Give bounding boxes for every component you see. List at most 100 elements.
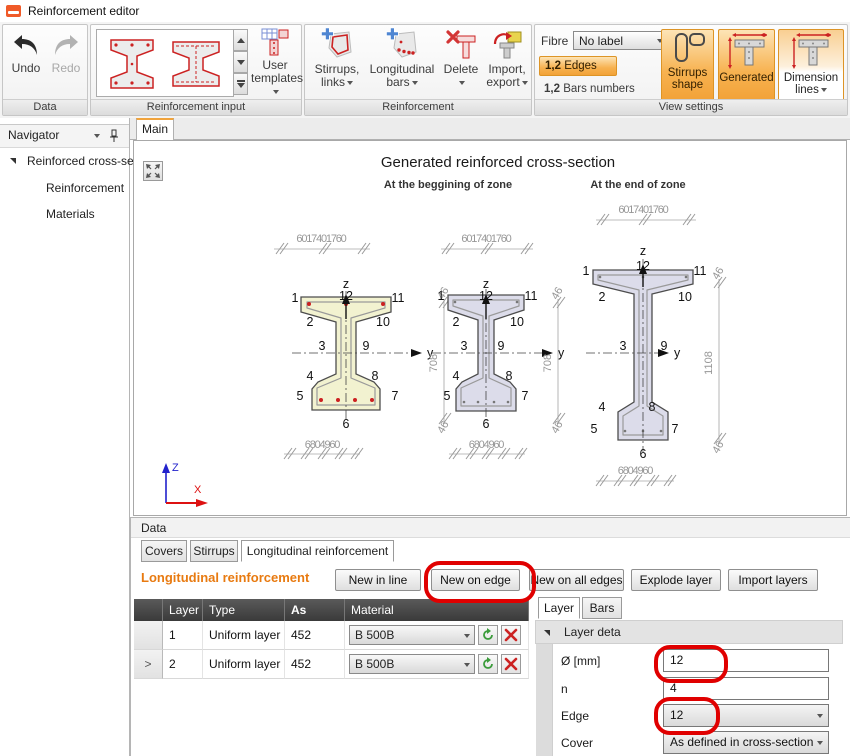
bars-numbers-toggle-button[interactable]: 1,2 Bars numbers <box>544 83 635 95</box>
dimension-lines-icon <box>791 31 831 69</box>
axis-tripod: Z X <box>162 462 208 507</box>
user-templates-button[interactable]: User templates <box>251 28 299 98</box>
redo-button[interactable]: Redo <box>47 31 85 75</box>
import-layers-button[interactable]: Import layers <box>728 569 818 591</box>
dropdown-arrow-icon <box>347 81 353 85</box>
cover-dropdown[interactable]: As defined in cross-section <box>663 731 829 754</box>
svg-text:46: 46 <box>549 419 566 436</box>
gallery-scroll-up-button[interactable] <box>233 29 248 51</box>
dropdown-arrow-icon <box>273 90 279 94</box>
svg-text:z: z <box>640 244 646 258</box>
undo-icon <box>11 31 41 59</box>
tab-covers[interactable]: Covers <box>141 540 187 562</box>
dropdown-arrow-icon <box>412 81 418 85</box>
fibre-dropdown[interactable]: No label <box>573 31 667 50</box>
row-selector[interactable] <box>134 621 163 650</box>
tree-item-materials[interactable]: Materials <box>46 207 95 221</box>
window-title: Reinforcement editor <box>28 4 139 18</box>
tab-main[interactable]: Main <box>136 118 174 140</box>
stirrups-links-button[interactable]: Stirrups, links <box>309 28 365 89</box>
tab-stirrups[interactable]: Stirrups <box>190 540 238 562</box>
svg-text:3: 3 <box>319 339 326 353</box>
tree-item-reinforced-cross-section[interactable]: Reinforced cross-se <box>27 154 134 168</box>
gallery-scroll-down-button[interactable] <box>233 51 248 73</box>
n-input[interactable]: 4 <box>663 677 829 700</box>
ibeam-template-icon[interactable] <box>167 34 225 92</box>
svg-text:6804960: 6804960 <box>618 465 654 477</box>
navigator-dropdown-arrow-icon[interactable] <box>94 134 100 138</box>
explode-layer-button[interactable]: Explode layer <box>631 569 721 591</box>
vertical-dimension-2: 46 46 708 <box>542 285 566 436</box>
diameter-label: Ø [mm] <box>561 654 600 668</box>
vertical-dimension-3: 46 46 1108 <box>703 265 727 456</box>
import-export-button[interactable]: Import, export <box>483 28 531 89</box>
svg-text:12: 12 <box>479 289 493 303</box>
tree-item-reinforcement[interactable]: Reinforcement <box>46 181 124 195</box>
group-label-reinforcement-input: Reinforcement input <box>91 99 301 115</box>
delete-layer-button[interactable] <box>501 625 521 645</box>
navigator-header[interactable]: Navigator <box>0 124 129 148</box>
row-selector-active[interactable]: > <box>134 650 163 679</box>
generated-toggle-button[interactable]: Generated <box>718 29 775 101</box>
layer-details-group-header[interactable]: Layer deta <box>535 620 843 644</box>
delete-button[interactable]: Delete <box>439 28 483 89</box>
cell-type[interactable]: Uniform layer <box>203 621 285 650</box>
pin-icon[interactable] <box>108 129 120 143</box>
fibre-value: No label <box>579 34 623 48</box>
zoom-fit-button[interactable] <box>143 161 163 181</box>
refresh-material-button[interactable] <box>478 654 498 674</box>
tree-expander-icon[interactable] <box>10 158 16 164</box>
cell-as[interactable]: 452 <box>285 650 345 679</box>
dropdown-arrow-icon <box>817 714 823 718</box>
diameter-input[interactable]: 12 <box>663 649 829 672</box>
delete-layer-button[interactable] <box>501 654 521 674</box>
svg-text:10: 10 <box>376 315 390 329</box>
cell-layer[interactable]: 1 <box>163 621 203 650</box>
svg-text:5: 5 <box>591 422 598 436</box>
material-dropdown[interactable]: B 500B <box>349 654 475 674</box>
svg-text:10: 10 <box>510 315 524 329</box>
ibeam-template-icon[interactable] <box>103 34 161 92</box>
cell-as[interactable]: 452 <box>285 621 345 650</box>
canvas-title: Generated reinforced cross-section <box>381 154 615 171</box>
svg-text:2: 2 <box>453 315 460 329</box>
material-dropdown[interactable]: B 500B <box>349 625 475 645</box>
undo-button[interactable]: Undo <box>7 31 45 75</box>
dropdown-arrow-icon <box>821 88 827 92</box>
dropdown-arrow-icon <box>464 663 470 667</box>
refresh-material-button[interactable] <box>478 625 498 645</box>
dimension-lines-button[interactable]: Dimensionlines <box>778 29 844 101</box>
tab-longitudinal-reinforcement[interactable]: Longitudinal reinforcement <box>241 540 394 562</box>
tab-layer[interactable]: Layer <box>538 597 580 619</box>
stirrups-shape-toggle-button[interactable]: Stirrupsshape <box>661 29 714 101</box>
subtitle-end: At the end of zone <box>590 179 685 191</box>
edge-label: Edge <box>561 709 589 723</box>
svg-text:8: 8 <box>372 369 379 383</box>
group-expander-icon[interactable] <box>544 630 550 636</box>
cell-layer[interactable]: 2 <box>163 650 203 679</box>
new-on-all-edges-button[interactable]: New on all edges <box>529 569 624 591</box>
gallery-dropdown-button[interactable] <box>233 73 248 95</box>
svg-text:46: 46 <box>710 439 727 456</box>
table-header-material: Material <box>345 599 529 621</box>
import-export-icon <box>491 28 523 60</box>
edge-dropdown[interactable]: 12 <box>663 704 829 727</box>
svg-text:6: 6 <box>483 417 490 431</box>
data-panel: Data Covers Stirrups Longitudinal reinfo… <box>130 517 850 756</box>
longitudinal-bars-button[interactable]: Longitudinal bars <box>367 28 437 89</box>
new-in-line-button[interactable]: New in line <box>335 569 421 591</box>
app-icon <box>6 5 21 17</box>
tab-bars[interactable]: Bars <box>582 597 622 619</box>
edges-toggle-button[interactable]: 1,2 Edges <box>539 56 617 76</box>
svg-text:10: 10 <box>678 290 692 304</box>
svg-text:6804960: 6804960 <box>469 439 505 451</box>
svg-text:6017401760: 6017401760 <box>618 204 668 216</box>
template-gallery[interactable] <box>96 29 234 97</box>
svg-text:4: 4 <box>453 369 460 383</box>
group-label-view-settings: View settings <box>535 99 847 115</box>
cell-type[interactable]: Uniform layer <box>203 650 285 679</box>
section-c: 6017401760 y z 1 2 3 4 5 <box>583 204 707 486</box>
drawing-canvas[interactable]: Generated reinforced cross-section At th… <box>133 140 847 516</box>
new-on-edge-button[interactable]: New on edge <box>431 569 520 591</box>
fit-view-icon <box>144 162 162 180</box>
